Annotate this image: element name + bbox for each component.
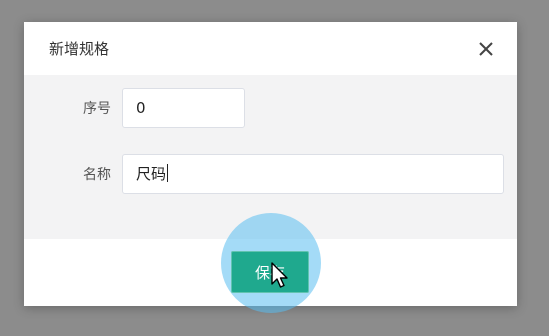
name-input-value: 尺码 [136,165,167,183]
add-spec-dialog: 新增规格 序号 0 名称 尺码 保存 [24,22,517,313]
text-caret [167,164,169,182]
dialog-header: 新增规格 [24,22,517,75]
index-input-value: 0 [136,99,146,117]
dialog-title: 新增规格 [49,40,110,58]
name-input[interactable]: 尺码 [122,154,504,194]
name-label: 名称 [83,167,111,183]
form-row-name: 名称 尺码 [24,154,517,196]
close-icon[interactable] [475,38,497,60]
form-row-index: 序号 0 [24,88,517,130]
index-label: 序号 [83,101,111,117]
save-button[interactable]: 保存 [231,251,309,293]
index-input[interactable]: 0 [122,88,245,128]
